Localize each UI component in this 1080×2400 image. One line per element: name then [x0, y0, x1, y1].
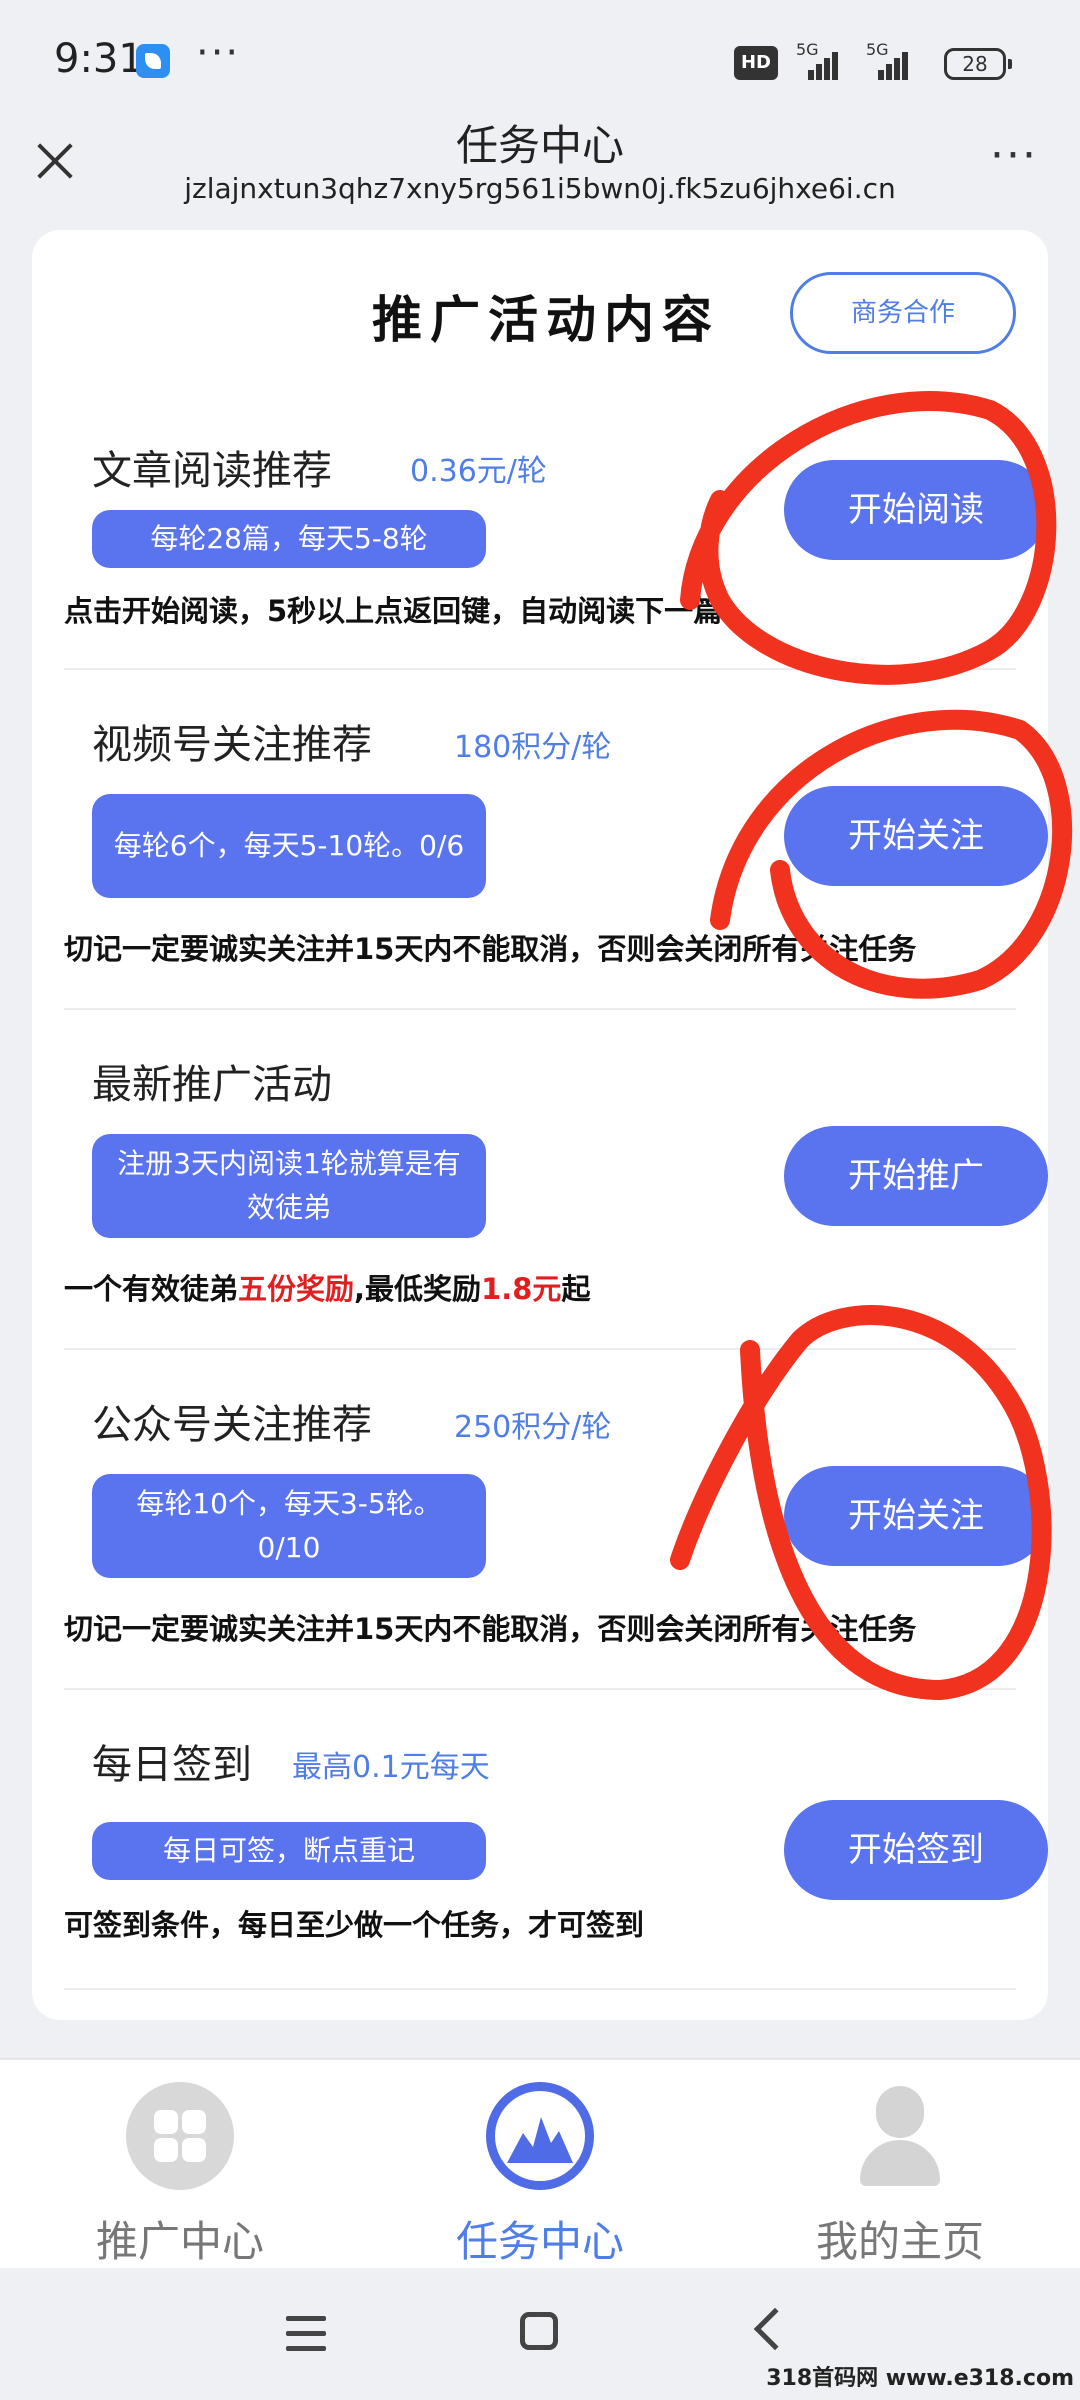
task-name: 每日签到 [92, 1742, 252, 1788]
tab-label: 我的主页 [815, 2217, 984, 2266]
task-latest-promotion: 最新推广活动 注册3天内阅读1轮就算是有效徒弟 一个有效徒弟五份奖励,最低奖励1… [64, 1010, 1048, 1350]
task-tag: 注册3天内阅读1轮就算是有效徒弟 [92, 1134, 486, 1238]
card-title: 推广活动内容 [372, 291, 720, 349]
app-notification-icon [136, 44, 170, 78]
task-name: 公众号关注推荐 [92, 1402, 372, 1448]
highlight-min-reward: 1.8元 [481, 1272, 562, 1306]
start-video-follow-button[interactable]: 开始关注 [784, 786, 1048, 886]
tab-my-page[interactable]: 我的主页 [720, 2060, 1080, 2270]
task-description: 切记一定要诚实关注并15天内不能取消，否则会关闭所有关注任务 [64, 932, 917, 966]
tab-label: 任务中心 [455, 2217, 624, 2266]
business-cooperation-button[interactable]: 商务合作 [790, 272, 1016, 354]
task-reward: 250积分/轮 [454, 1410, 612, 1445]
back-icon[interactable] [753, 2307, 797, 2351]
task-tag: 每轮10个，每天3-5轮。0/10 [92, 1474, 486, 1578]
task-tag: 每日可签，断点重记 [92, 1822, 486, 1880]
bottom-tab-bar: 推广中心 任务中心 我的主页 [0, 2058, 1080, 2268]
start-reading-button[interactable]: 开始阅读 [784, 460, 1048, 560]
task-article-reading: 文章阅读推荐 0.36元/轮 每轮28篇，每天5-8轮 点击开始阅读，5秒以上点… [64, 408, 1048, 670]
signal-icon-2 [864, 50, 910, 80]
tab-label: 推广中心 [95, 2217, 264, 2266]
task-name: 最新推广活动 [92, 1062, 332, 1108]
tab-promotion-center[interactable]: 推广中心 [0, 2060, 360, 2270]
page-header: 任务中心 jzlajnxtun3qhz7xny5rg561i5bwn0j.fk5… [0, 100, 1080, 228]
status-time: 9:31 [54, 36, 144, 82]
battery-icon: 28 [944, 48, 1012, 80]
divider [64, 1988, 1016, 1990]
task-tag: 每轮28篇，每天5-8轮 [92, 510, 486, 568]
task-description: 可签到条件，每日至少做一个任务，才可签到 [64, 1908, 645, 1942]
watermark: 318首码网 www.e318.com [766, 2366, 1074, 2391]
signal-icon-1 [794, 50, 840, 80]
page-url: jzlajnxtun3qhz7xny5rg561i5bwn0j.fk5zu6jh… [184, 172, 896, 205]
start-account-follow-button[interactable]: 开始关注 [784, 1466, 1048, 1566]
task-reward: 最高0.1元每天 [292, 1750, 490, 1785]
status-more-icon: ··· [196, 30, 241, 76]
highlight-reward-count: 五份奖励 [238, 1272, 355, 1306]
task-reward: 0.36元/轮 [410, 454, 547, 489]
system-navigation-bar: 318首码网 www.e318.com [0, 2268, 1080, 2400]
task-description: 点击开始阅读，5秒以上点返回键，自动阅读下一篇 [64, 594, 723, 628]
start-checkin-button[interactable]: 开始签到 [784, 1800, 1048, 1900]
promotion-card: 推广活动内容 商务合作 文章阅读推荐 0.36元/轮 每轮28篇，每天5-8轮 … [32, 230, 1048, 2020]
task-official-account-follow: 公众号关注推荐 250积分/轮 每轮10个，每天3-5轮。0/10 切记一定要诚… [64, 1350, 1048, 1690]
user-icon [846, 2082, 954, 2190]
page-title: 任务中心 [455, 121, 624, 170]
more-menu-icon[interactable]: ··· [984, 134, 1044, 178]
start-promotion-button[interactable]: 开始推广 [784, 1126, 1048, 1226]
task-reward: 180积分/轮 [454, 730, 612, 765]
grid-icon [126, 2082, 234, 2190]
task-daily-checkin: 每日签到 最高0.1元每天 每日可签，断点重记 可签到条件，每日至少做一个任务，… [64, 1690, 1048, 1990]
mountain-logo-icon [486, 2082, 594, 2190]
hd-icon: HD [734, 46, 778, 80]
task-name: 视频号关注推荐 [92, 722, 372, 768]
task-video-follow: 视频号关注推荐 180积分/轮 每轮6个，每天5-10轮。0/6 切记一定要诚实… [64, 670, 1048, 1010]
task-tag: 每轮6个，每天5-10轮。0/6 [92, 794, 486, 898]
task-description: 切记一定要诚实关注并15天内不能取消，否则会关闭所有关注任务 [64, 1612, 917, 1646]
tab-task-center[interactable]: 任务中心 [360, 2060, 720, 2270]
recent-apps-icon[interactable] [286, 2316, 326, 2352]
home-icon[interactable] [520, 2312, 558, 2350]
task-name: 文章阅读推荐 [92, 448, 332, 494]
task-description: 一个有效徒弟五份奖励,最低奖励1.8元起 [64, 1272, 591, 1306]
